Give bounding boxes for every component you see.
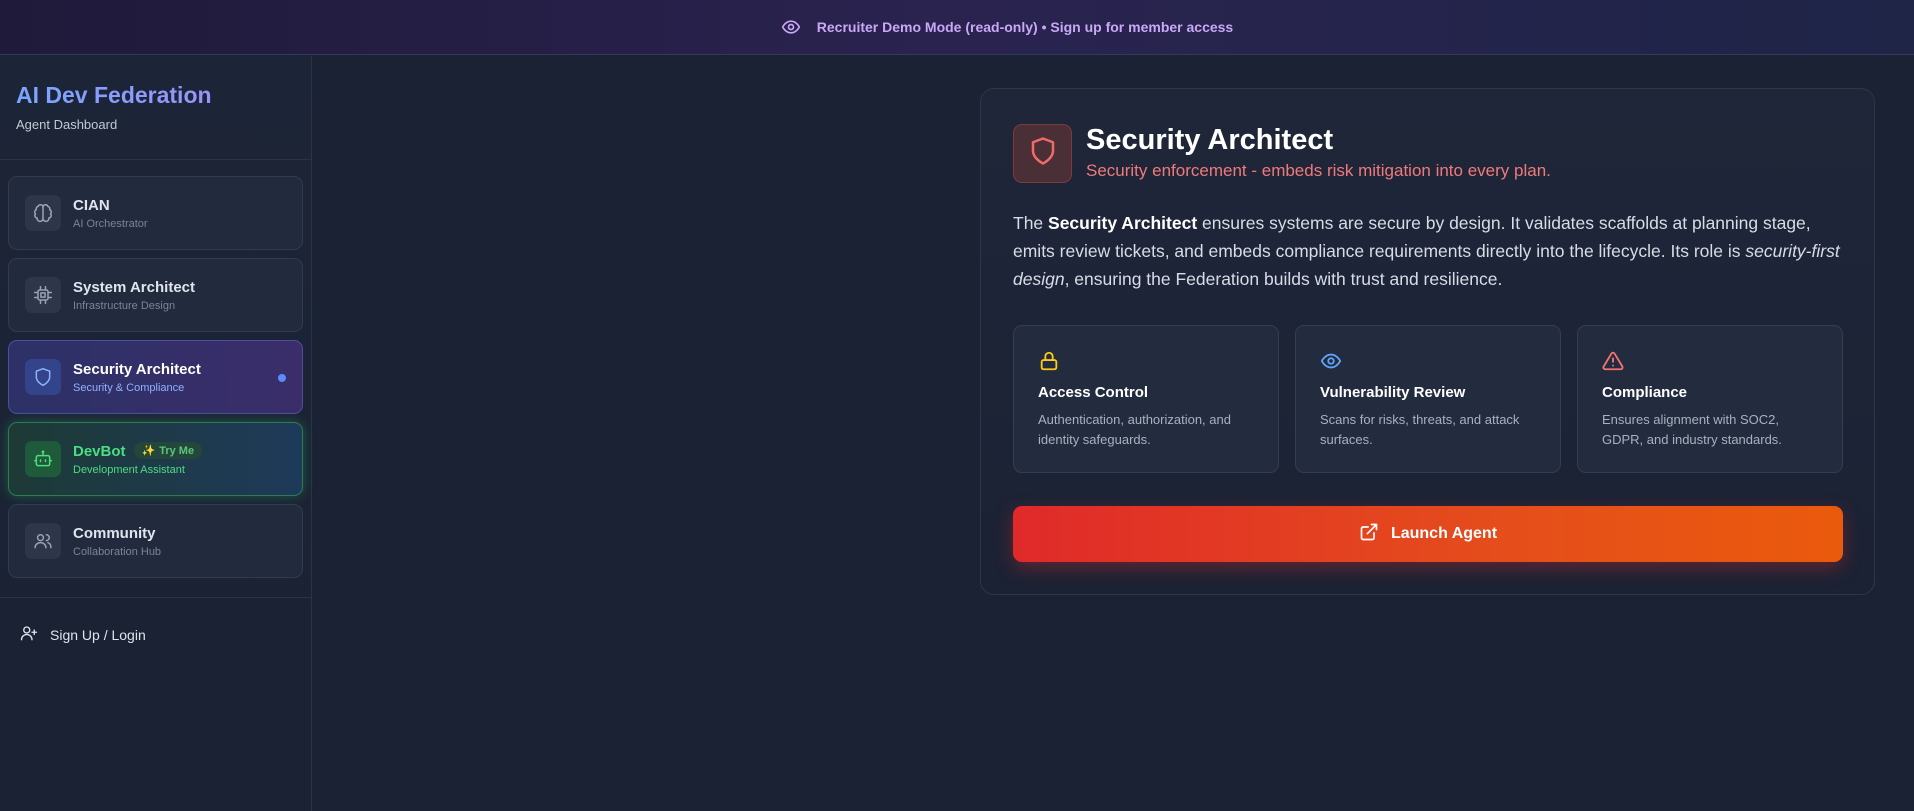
feature-card-compliance: Compliance Ensures alignment with SOC2, …: [1577, 325, 1843, 473]
users-icon: [25, 523, 61, 559]
sidebar-item-cian[interactable]: CIAN AI Orchestrator: [8, 176, 303, 250]
sidebar-item-devbot[interactable]: DevBot ✨ Try Me Development Assistant: [8, 422, 303, 496]
feature-description: Ensures alignment with SOC2, GDPR, and i…: [1602, 412, 1782, 447]
sidebar-item-label: Community: [73, 524, 156, 542]
brand: AI Dev Federation Agent Dashboard: [0, 56, 311, 160]
launch-agent-button[interactable]: Launch Agent: [1013, 506, 1843, 562]
shield-icon: [25, 359, 61, 395]
description-agent-name: Security Architect: [1048, 213, 1198, 233]
alert-triangle-icon: [1602, 350, 1818, 374]
brain-icon: [25, 195, 61, 231]
sidebar-item-sublabel: Infrastructure Design: [73, 299, 176, 312]
sidebar: AI Dev Federation Agent Dashboard CIAN A…: [0, 56, 312, 811]
sidebar-item-sublabel: AI Orchestrator: [73, 217, 148, 230]
app-subtitle: Agent Dashboard: [16, 117, 118, 132]
user-plus-icon: [20, 624, 38, 645]
agent-shield-icon-box: [1013, 124, 1072, 183]
external-link-icon: [1359, 522, 1379, 547]
sidebar-item-sublabel: Development Assistant: [73, 464, 185, 476]
sidebar-item-sublabel: Security & Compliance: [73, 381, 185, 394]
shield-icon: [1028, 136, 1058, 171]
signup-login-link[interactable]: Sign Up / Login: [0, 598, 311, 645]
sidebar-item-label: CIAN: [73, 196, 110, 214]
sidebar-item-community[interactable]: Community Collaboration Hub: [8, 504, 303, 578]
feature-cards: Access Control Authentication, authoriza…: [1013, 325, 1843, 473]
agent-description: The Security Architect ensures systems a…: [1013, 209, 1843, 293]
badge-label: Try Me: [159, 444, 195, 457]
demo-mode-banner: Recruiter Demo Mode (read-only) • Sign u…: [0, 0, 1914, 55]
sidebar-item-sublabel: Collaboration Hub: [73, 545, 162, 558]
feature-card-vulnerability-review: Vulnerability Review Scans for risks, th…: [1295, 325, 1561, 473]
signup-label: Sign Up / Login: [50, 626, 146, 643]
feature-description: Authentication, authorization, and ident…: [1038, 412, 1231, 447]
cpu-icon: [25, 277, 61, 313]
agent-subtitle: Security enforcement - embeds risk mitig…: [1086, 161, 1551, 180]
sidebar-nav: CIAN AI Orchestrator System Architect In…: [0, 160, 311, 598]
agent-card: Security Architect Security enforcement …: [980, 88, 1875, 595]
lock-icon: [1038, 350, 1254, 374]
active-indicator-dot: [278, 374, 286, 382]
description-intro: The: [1013, 213, 1049, 233]
agent-title: Security Architect: [1086, 124, 1334, 156]
sparkles-icon: ✨: [141, 445, 156, 457]
sidebar-item-label: System Architect: [73, 278, 195, 296]
eye-icon: [781, 16, 803, 38]
eye-icon: [1320, 350, 1536, 374]
sidebar-item-label: Security Architect: [73, 360, 201, 378]
feature-description: Scans for risks, threats, and attack sur…: [1320, 412, 1520, 447]
feature-title: Access Control: [1038, 384, 1149, 401]
launch-agent-label: Launch Agent: [1390, 525, 1498, 542]
feature-title: Compliance: [1602, 384, 1688, 401]
sidebar-item-label: DevBot: [73, 443, 126, 460]
banner-text[interactable]: Recruiter Demo Mode (read-only) • Sign u…: [817, 19, 1233, 35]
bot-icon: [25, 441, 61, 477]
feature-card-access-control: Access Control Authentication, authoriza…: [1013, 325, 1279, 473]
sidebar-item-security-architect[interactable]: Security Architect Security & Compliance: [8, 340, 303, 414]
try-me-badge: ✨ Try Me: [133, 442, 203, 459]
agent-header: Security Architect Security enforcement …: [1013, 124, 1551, 183]
description-outro: , ensuring the Federation builds with tr…: [1064, 269, 1503, 289]
sidebar-item-system-architect[interactable]: System Architect Infrastructure Design: [8, 258, 303, 332]
sidebar-item-title-row: DevBot ✨ Try Me: [73, 442, 203, 460]
feature-title: Vulnerability Review: [1320, 384, 1466, 401]
app-title: AI Dev Federation: [16, 82, 311, 109]
